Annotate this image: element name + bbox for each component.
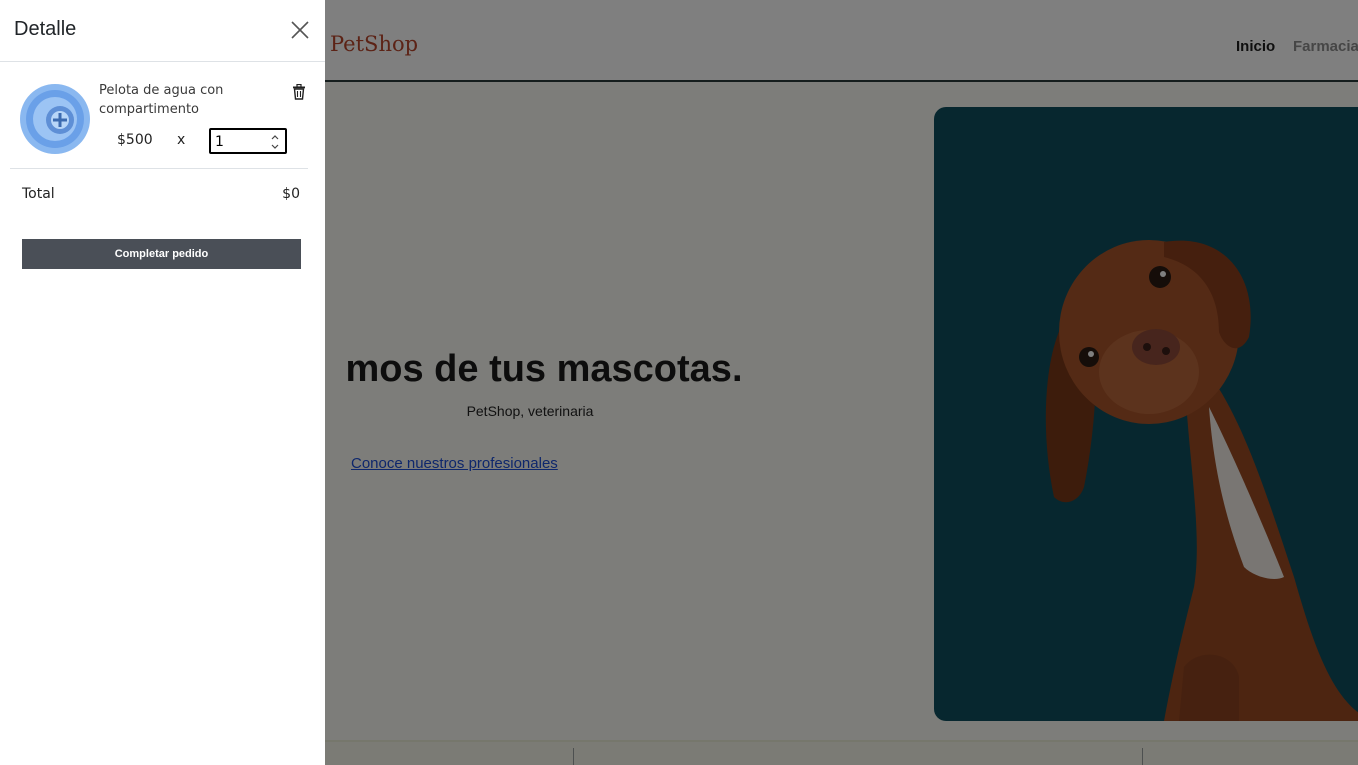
product-name: Pelota de agua con compartimento (99, 83, 224, 117)
quantity-stepper[interactable] (209, 128, 287, 154)
total-value: $0 (282, 186, 300, 202)
cart-item: Pelota de agua con compartimento $500 x (10, 75, 308, 169)
cart-offcanvas: Detalle Pelota de agua con compartimento (0, 0, 325, 765)
cart-header: Detalle (0, 0, 325, 62)
close-icon[interactable] (288, 18, 312, 42)
multiply-sign: x (177, 132, 186, 148)
spinner-arrows-icon[interactable] (270, 133, 280, 151)
trash-icon[interactable] (292, 83, 306, 100)
product-price: $500 (117, 132, 153, 148)
product-thumbnail (18, 82, 92, 156)
quantity-input[interactable] (215, 132, 265, 152)
complete-order-button[interactable]: Completar pedido (22, 239, 301, 269)
total-label: Total (22, 186, 55, 202)
cart-title: Detalle (14, 18, 77, 40)
